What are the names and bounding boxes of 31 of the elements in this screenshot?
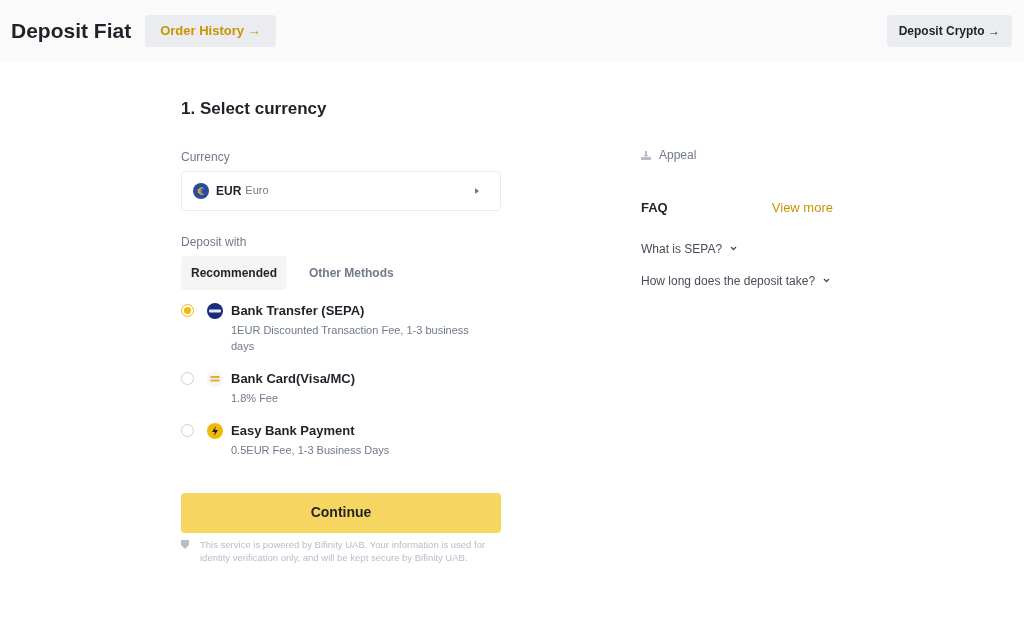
currency-select[interactable]: EUR Euro <box>181 170 501 211</box>
currency-name: Euro <box>245 183 269 199</box>
appeal-link[interactable]: Appeal <box>659 146 697 164</box>
disclaimer-text: This service is powered by Bifinity UAB. Your information is used for identity verification only, and will be kept secure by Bifinity UAB. <box>200 537 487 564</box>
bank-logo-icon <box>207 302 223 319</box>
page-title: Deposit Fiat <box>11 18 132 45</box>
shield-icon <box>181 539 189 549</box>
faq-question[interactable]: How long does the deposit take? <box>641 271 816 290</box>
faq-question[interactable]: What is SEPA? <box>641 239 723 258</box>
chevron-down-icon <box>823 278 831 283</box>
step-title: 1. Select currency <box>181 98 328 120</box>
method-tab[interactable]: Other Methods <box>287 255 416 290</box>
field-label: Currency <box>181 148 231 166</box>
caret-icon <box>475 187 479 194</box>
field-label: Deposit with <box>181 233 248 251</box>
card-icon <box>207 370 223 387</box>
method-title: Bank Transfer (SEPA) <box>231 301 366 320</box>
deposit-crypto-button[interactable]: Deposit Crypto → <box>886 15 1012 47</box>
currency-code: EUR <box>216 182 242 200</box>
appeal-icon <box>641 150 651 160</box>
continue-button[interactable]: Continue <box>181 492 501 533</box>
method-tab[interactable]: Recommended <box>181 255 288 290</box>
euro-coin-icon <box>193 182 209 199</box>
method-detail: 1EUR Discounted Transaction Fee, 1-3 business days <box>231 322 470 354</box>
faq-title: FAQ <box>641 199 668 217</box>
lightning-icon <box>207 422 223 439</box>
chevron-down-icon <box>730 246 738 251</box>
method-detail: 1.8% Fee <box>231 390 280 406</box>
method-detail: 0.5EUR Fee, 1-3 Business Days <box>231 442 391 458</box>
method-title: Easy Bank Payment <box>231 421 356 440</box>
method-title: Bank Card(Visa/MC) <box>231 369 356 388</box>
